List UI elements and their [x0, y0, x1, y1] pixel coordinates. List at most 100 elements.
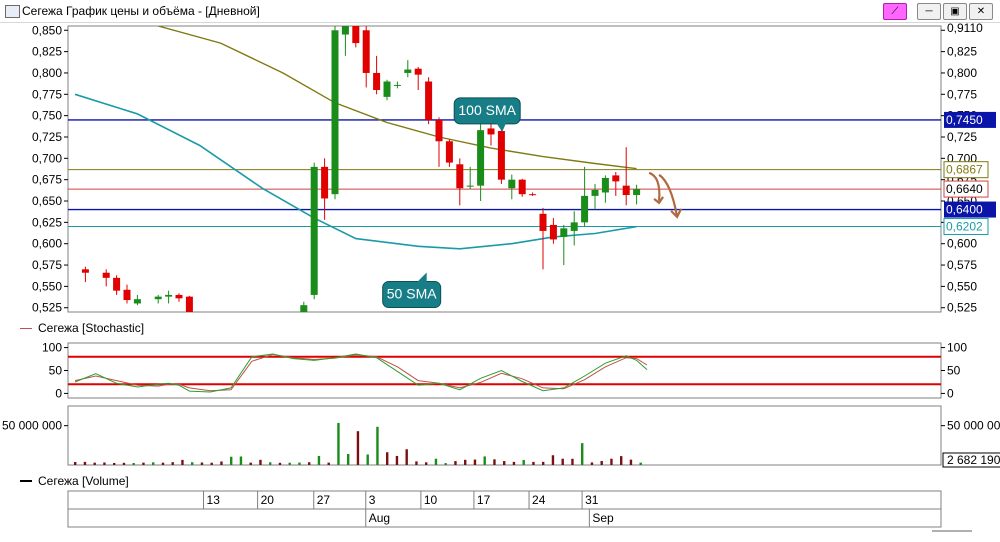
day-label: 31	[585, 493, 599, 507]
candle-body	[612, 175, 620, 182]
chart-canvas: 0,850 0,9110 0,825 0,825 0,800 0,800 0,775 0,77…	[2, 21, 1000, 532]
volume-bar	[347, 453, 350, 465]
price-left-tick-label: 0,675	[32, 173, 62, 187]
window-title-bar: Сегежа График цены и объёма - [Дневной] …	[0, 0, 1000, 23]
price-right-tick-label: 0,525	[947, 301, 977, 315]
candle-body	[165, 294, 173, 297]
month-axis-row	[67, 508, 942, 528]
candle-body	[331, 30, 339, 195]
stoch-right-tick-label: 50	[947, 364, 961, 378]
volume-bar	[581, 443, 584, 465]
volume-bar	[288, 462, 291, 465]
stoch-d-line	[74, 353, 648, 392]
candle-body	[175, 294, 183, 299]
candle-body	[133, 299, 141, 304]
price-right-tick-label: 0,600	[947, 237, 977, 251]
volume-bar	[122, 462, 126, 465]
volume-bar	[191, 462, 194, 465]
candle-body	[81, 269, 89, 273]
stoch-left-tick-label: 0	[55, 386, 62, 400]
price-left-tick-label: 0,725	[32, 130, 62, 144]
price-left-tick-label: 0,625	[32, 215, 62, 229]
volume-bar	[171, 462, 174, 465]
volume-legend-swatch	[20, 480, 32, 482]
price-right-tick-label: 0,9110	[947, 21, 983, 35]
volume-bar	[249, 462, 252, 465]
callout-box	[382, 281, 442, 309]
level-label-box	[943, 180, 989, 198]
stoch-left-tick-label: 100	[42, 341, 62, 355]
price-panel: 0,850 0,9110 0,825 0,825 0,800 0,800 0,775 0,77…	[32, 21, 996, 315]
price-right-tick-label: 0,550	[947, 279, 977, 293]
candle-body	[321, 166, 329, 199]
volume-bar	[113, 462, 116, 465]
callout-pointer	[416, 272, 427, 283]
stochastic-legend-label: Сегежа [Stochastic]	[38, 321, 145, 335]
sma50-callout: 50 SMA	[382, 272, 442, 309]
candle-body	[477, 130, 485, 186]
price-left-tick-label: 0,825	[32, 45, 62, 59]
price-left-tick-label: 0,800	[32, 66, 62, 80]
forecast-arrows	[648, 171, 683, 219]
restore-button[interactable]: ▣	[943, 3, 967, 20]
candle-body	[560, 228, 568, 237]
price-left-tick-label: 0,600	[32, 237, 62, 251]
candle-body	[508, 179, 516, 189]
volume-left-tick-label: 50 000 000	[2, 419, 62, 433]
callout-label: 50 SMA	[387, 286, 437, 302]
link-button[interactable]: ⟋	[883, 3, 907, 20]
volume-bar	[483, 456, 486, 465]
price-right-tick-label: 0,825	[947, 45, 977, 59]
volume-legend-label: Сегежа [Volume]	[38, 474, 129, 488]
close-button[interactable]: ✕	[969, 3, 993, 20]
stoch-plot-area	[67, 342, 942, 399]
day-label: 13	[207, 493, 221, 507]
price-right-tick-label: 0,725	[947, 130, 977, 144]
stochastic-legend-swatch	[20, 327, 32, 329]
price-left-tick-label: 0,700	[32, 151, 62, 165]
price-left-tick-label: 0,650	[32, 194, 62, 208]
volume-bar	[74, 462, 77, 465]
volume-last-label-box	[942, 452, 1000, 468]
candle-body	[373, 72, 381, 91]
volume-bar	[493, 459, 496, 465]
volume-bar	[376, 426, 379, 465]
volume-bar	[278, 462, 282, 465]
month-label: Sep	[592, 511, 614, 525]
candle-body	[113, 277, 121, 291]
callout-label: 100 SMA	[458, 102, 516, 118]
volume-bar	[83, 461, 87, 465]
minimize-button[interactable]: ─	[917, 3, 941, 20]
callout-box	[453, 97, 521, 125]
volume-bar	[405, 449, 408, 465]
volume-bar	[620, 456, 623, 465]
forecast-arrow-long	[658, 173, 679, 218]
stochastic-legend[interactable]: Сегежа [Stochastic]	[20, 320, 144, 336]
time-axis: 13 20 27 3 10 17 24 31 Aug Sep	[67, 490, 972, 532]
candle-body	[435, 119, 443, 142]
volume-bar	[132, 463, 135, 465]
price-clipped-layer	[68, 26, 941, 312]
stochastic-panel: 100 100 50 50 0 0	[42, 341, 967, 401]
candle-body	[300, 305, 308, 312]
day-label: 24	[532, 493, 546, 507]
volume-bar	[542, 461, 545, 465]
level-label-box	[944, 201, 996, 218]
window-title: Сегежа График цены и объёма - [Дневной]	[22, 4, 260, 18]
volume-bar	[308, 462, 311, 465]
level-label: 0,6867	[946, 163, 983, 177]
app-icon	[5, 5, 20, 18]
level-label-box	[943, 161, 989, 179]
price-right-tick-label: 0,775	[947, 87, 977, 101]
volume-bar	[181, 459, 184, 465]
stoch-k-line	[74, 353, 648, 393]
volume-legend[interactable]: Сегежа [Volume]	[20, 473, 129, 489]
volume-bar	[522, 459, 525, 465]
level-label-box	[943, 217, 989, 235]
volume-plot-area	[67, 405, 942, 466]
day-label: 10	[424, 493, 438, 507]
day-axis-row	[67, 490, 942, 510]
volume-bar	[93, 462, 96, 465]
volume-bar	[200, 462, 204, 465]
volume-bar	[327, 462, 330, 465]
